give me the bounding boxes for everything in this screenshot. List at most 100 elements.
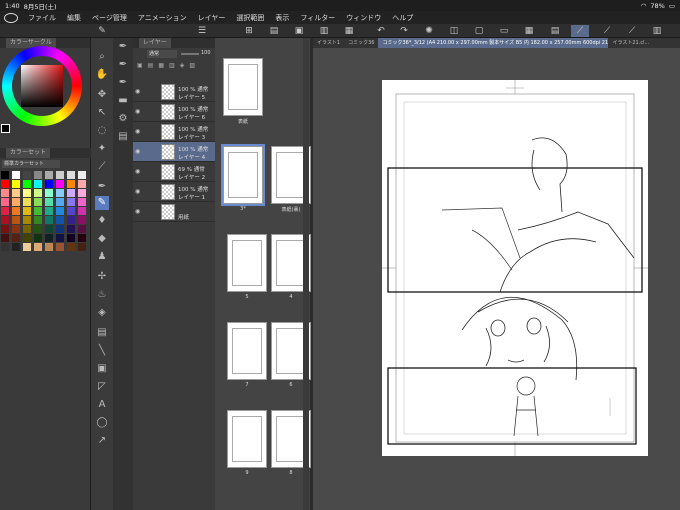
color-swatch[interactable]	[45, 225, 53, 233]
magic-wand-icon[interactable]: ✦	[95, 142, 109, 156]
brush-icon[interactable]: ⟋	[598, 25, 616, 37]
hand-tool-icon[interactable]: ✋	[95, 68, 109, 82]
color-swatch[interactable]	[67, 216, 75, 224]
visibility-eye-icon[interactable]: ◉	[135, 208, 140, 215]
color-swatch[interactable]	[56, 234, 64, 242]
page-thumbnail[interactable]	[223, 58, 263, 116]
layer-row[interactable]: ◉ 100 % 通常 レイヤー 5	[133, 82, 215, 102]
visibility-eye-icon[interactable]: ◉	[135, 128, 140, 135]
color-swatch[interactable]	[23, 225, 31, 233]
color-swatch[interactable]	[45, 198, 53, 206]
menu-selection[interactable]: 選択範囲	[236, 13, 264, 23]
color-swatch[interactable]	[34, 189, 42, 197]
subtool-settings-icon[interactable]: ⚙	[116, 112, 130, 126]
subtool-marker-icon[interactable]: ▬	[116, 94, 130, 108]
color-swatch[interactable]	[12, 234, 20, 242]
crop-icon[interactable]: ▭	[495, 25, 513, 37]
color-swatch[interactable]	[23, 207, 31, 215]
color-swatch[interactable]	[12, 189, 20, 197]
color-swatch[interactable]	[1, 225, 9, 233]
zoom-tool-icon[interactable]: ⌕	[95, 50, 109, 64]
visibility-eye-icon[interactable]: ◉	[135, 188, 140, 195]
color-swatch[interactable]	[1, 207, 9, 215]
layer-row[interactable]: ◉ 100 % 通常 レイヤー 1	[133, 182, 215, 202]
color-swatch[interactable]	[23, 189, 31, 197]
color-swatch[interactable]	[1, 243, 9, 251]
current-color-swatch[interactable]	[1, 124, 10, 133]
page-thumbnail[interactable]	[227, 410, 267, 468]
undo-icon[interactable]: ↶	[372, 25, 390, 37]
color-swatch[interactable]	[1, 171, 9, 179]
color-swatch[interactable]	[34, 207, 42, 215]
invert-icon[interactable]: ▢	[470, 25, 488, 37]
page-thumbnail[interactable]	[227, 322, 267, 380]
color-swatch[interactable]	[34, 198, 42, 206]
color-swatch[interactable]	[12, 198, 20, 206]
color-swatch[interactable]	[56, 198, 64, 206]
app-logo-icon[interactable]	[4, 12, 18, 23]
page-scrollbar[interactable]	[303, 38, 309, 510]
layer-row[interactable]: ◉ 100 % 通常 レイヤー 6	[133, 102, 215, 122]
color-swatch[interactable]	[12, 243, 20, 251]
menu-edit[interactable]: 編集	[67, 13, 81, 23]
fill-tool-icon[interactable]: ◈	[95, 306, 109, 320]
color-swatch[interactable]	[78, 216, 86, 224]
eraser-icon[interactable]: ⟋	[623, 25, 641, 37]
color-swatch[interactable]	[67, 198, 75, 206]
ref-icon[interactable]: ◈	[180, 62, 185, 70]
color-swatch[interactable]	[67, 171, 75, 179]
color-swatch[interactable]	[56, 225, 64, 233]
blend-tool-icon[interactable]: ♟	[95, 250, 109, 264]
line-tool-icon[interactable]: ╲	[95, 344, 109, 358]
color-swatch[interactable]	[78, 243, 86, 251]
color-swatch[interactable]	[1, 198, 9, 206]
visibility-eye-icon[interactable]: ◉	[135, 168, 140, 175]
subtool-gpen-icon[interactable]: ✒	[116, 40, 130, 54]
save-icon[interactable]: ▣	[290, 25, 308, 37]
color-swatch[interactable]	[12, 171, 20, 179]
ruler-icon[interactable]: ⟋	[571, 25, 589, 37]
color-swatch[interactable]	[45, 171, 53, 179]
pencil-tool-icon[interactable]: ✎	[95, 196, 109, 210]
menu-animation[interactable]: アニメーション	[138, 13, 187, 23]
color-swatch[interactable]	[45, 207, 53, 215]
color-swatch[interactable]	[23, 243, 31, 251]
color-swatch[interactable]	[78, 207, 86, 215]
opacity-slider[interactable]	[181, 53, 199, 55]
color-swatch[interactable]	[56, 180, 64, 188]
page-thumbnail[interactable]	[227, 234, 267, 292]
color-swatch[interactable]	[67, 243, 75, 251]
color-swatch[interactable]	[12, 216, 20, 224]
doc-tab-4[interactable]: イラスト21.cl...	[608, 38, 653, 48]
color-swatch[interactable]	[45, 243, 53, 251]
frame-tool-icon[interactable]: ▣	[95, 362, 109, 376]
select-all-icon[interactable]: ◫	[445, 25, 463, 37]
object-tool-icon[interactable]: ↖	[95, 106, 109, 120]
menu-page[interactable]: ページ管理	[92, 13, 127, 23]
color-swatch[interactable]	[23, 198, 31, 206]
layer-row[interactable]: ◉ 69 % 通常 レイヤー 2	[133, 162, 215, 182]
color-swatch[interactable]	[12, 207, 20, 215]
color-swatch[interactable]	[1, 234, 9, 242]
color-swatch[interactable]	[78, 225, 86, 233]
saturation-square[interactable]	[21, 65, 63, 107]
color-swatch[interactable]	[67, 225, 75, 233]
color-swatch[interactable]	[56, 216, 64, 224]
color-swatch[interactable]	[78, 234, 86, 242]
color-swatch[interactable]	[67, 180, 75, 188]
brush-tool-icon[interactable]: ♦	[95, 214, 109, 228]
color-swatch[interactable]	[34, 180, 42, 188]
color-swatch[interactable]	[78, 171, 86, 179]
subtool-turnip-icon[interactable]: ✒	[116, 76, 130, 90]
color-swatch[interactable]	[56, 207, 64, 215]
menu-file[interactable]: ファイル	[28, 13, 56, 23]
layer-row[interactable]: ◉ 100 % 通常 レイヤー 4	[133, 142, 215, 162]
color-swatch[interactable]	[56, 189, 64, 197]
color-swatch[interactable]	[23, 216, 31, 224]
pen-tool-icon[interactable]: ✒	[95, 180, 109, 194]
fill-icon[interactable]: ▤	[546, 25, 564, 37]
color-swatch[interactable]	[34, 243, 42, 251]
color-swatch[interactable]	[23, 171, 31, 179]
redo-icon[interactable]: ↷	[395, 25, 413, 37]
menu-view[interactable]: 表示	[275, 13, 289, 23]
